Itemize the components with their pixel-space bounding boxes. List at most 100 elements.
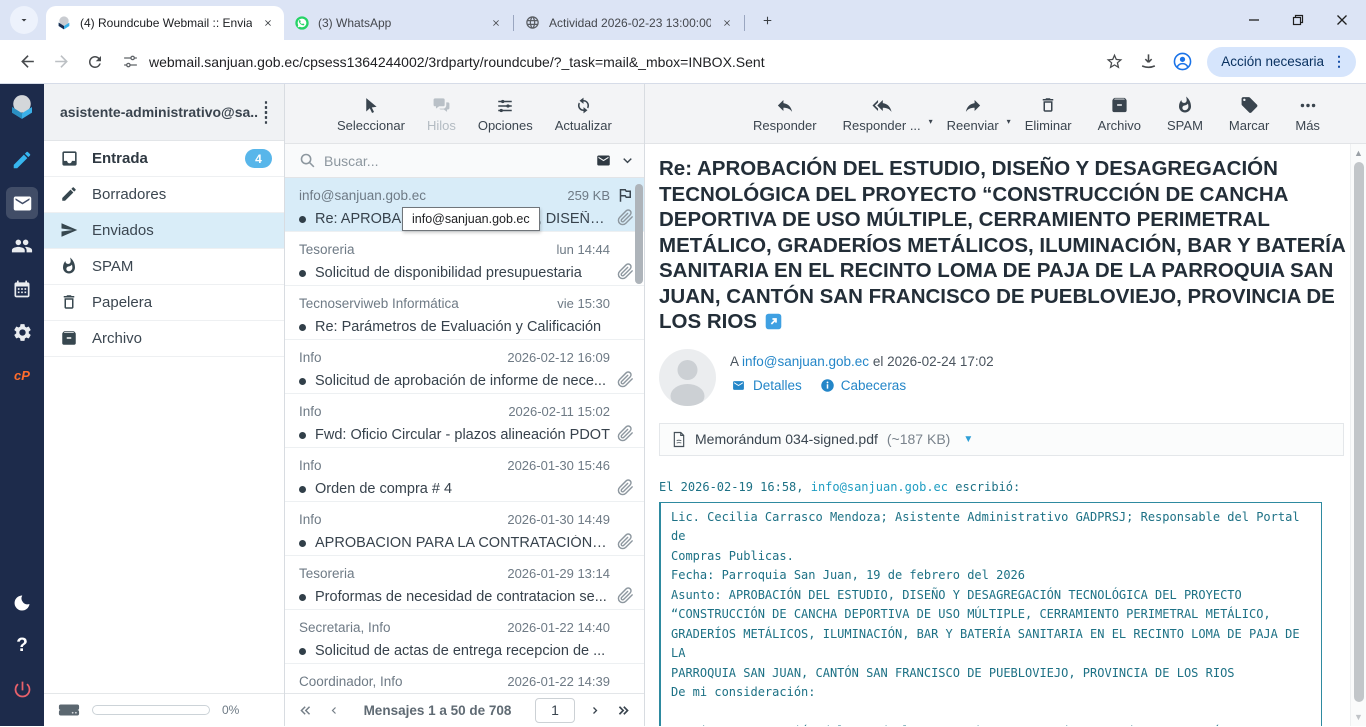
message-list-item[interactable]: Info 2026-01-30 14:49 APROBACION PARA LA… — [285, 502, 644, 556]
refresh-button[interactable]: Actualizar — [547, 95, 620, 133]
message-list-item[interactable]: Coordinador, Info 2026-01-22 14:39 — [285, 664, 644, 693]
profile-icon[interactable] — [1165, 45, 1199, 79]
reply-all-dropdown-icon[interactable]: ▾ — [929, 117, 933, 126]
close-tab-icon[interactable] — [719, 15, 735, 31]
close-tab-icon[interactable] — [488, 15, 504, 31]
forward-button[interactable]: Reenviar ▾ — [939, 95, 1007, 133]
calendar-icon[interactable] — [6, 273, 38, 305]
message-status-dot[interactable] — [299, 540, 306, 547]
quoted-sender-link[interactable]: info@sanjuan.gob.ec — [811, 480, 948, 494]
attachment-row[interactable]: Memorándum 034-signed.pdf (~187 KB) ▼ — [659, 423, 1344, 456]
cpanel-icon[interactable]: cP — [6, 359, 38, 391]
tab-search-button[interactable] — [10, 6, 38, 34]
search-options-chevron-icon[interactable] — [621, 154, 634, 167]
browser-menu-icon[interactable]: ⋮ — [1332, 53, 1346, 70]
folder-papelera[interactable]: Papelera — [44, 285, 284, 321]
refresh-icon — [574, 95, 593, 115]
new-tab-button[interactable] — [754, 7, 780, 33]
folder-entrada[interactable]: Entrada 4 — [44, 141, 284, 177]
settings-gear-icon[interactable] — [6, 316, 38, 348]
headers-link[interactable]: Cabeceras — [820, 378, 906, 393]
message-status-dot[interactable] — [299, 648, 306, 655]
dark-mode-moon-icon[interactable] — [6, 587, 38, 619]
archive-button[interactable]: Archivo — [1090, 95, 1149, 133]
message-list-item[interactable]: Tecnoserviweb Informática vie 15:30 Re: … — [285, 286, 644, 340]
window-minimize-button[interactable] — [1246, 12, 1262, 28]
message-from: Tesoreria — [299, 566, 499, 581]
delete-button[interactable]: Eliminar — [1017, 95, 1080, 133]
window-restore-button[interactable] — [1290, 12, 1306, 28]
mark-button[interactable]: Marcar — [1221, 95, 1277, 133]
select-button[interactable]: Seleccionar — [329, 95, 413, 133]
mail-scrollbar[interactable]: ▲ ▼ — [1350, 144, 1366, 726]
help-icon[interactable]: ? — [6, 630, 38, 662]
recipient-line: A info@sanjuan.gob.ec el 2026-02-24 17:0… — [730, 354, 994, 369]
mail-nav-icon[interactable] — [6, 187, 38, 219]
threads-button[interactable]: Hilos — [419, 95, 464, 133]
first-page-icon[interactable] — [297, 703, 314, 718]
details-link[interactable]: Detalles — [730, 378, 802, 393]
forward-icon[interactable] — [44, 45, 78, 79]
search-input[interactable] — [324, 153, 586, 169]
message-list-item[interactable]: Secretaria, Info 2026-01-22 14:40 Solici… — [285, 610, 644, 664]
logout-power-icon[interactable] — [6, 673, 38, 705]
last-page-icon[interactable] — [615, 703, 632, 718]
folder-borradores[interactable]: Borradores — [44, 177, 284, 213]
attachment-dropdown-icon[interactable]: ▼ — [963, 434, 973, 445]
reload-icon[interactable] — [78, 45, 112, 79]
account-header: asistente-administrativo@sa... ⋮⋮⋮ — [44, 84, 284, 141]
window-close-button[interactable] — [1334, 12, 1350, 28]
message-list-item[interactable]: Info 2026-02-11 15:02 Fwd: Oficio Circul… — [285, 394, 644, 448]
list-scrollbar-thumb[interactable] — [635, 184, 643, 284]
message-status-dot[interactable] — [299, 270, 306, 277]
message-list-item[interactable]: Tesoreria lun 14:44 Solicitud de disponi… — [285, 232, 644, 286]
list-toolbar: Seleccionar Hilos Opciones Actualizar — [285, 84, 644, 144]
action-needed-button[interactable]: Acción necesaria ⋮ — [1207, 47, 1356, 77]
message-list-item[interactable]: Info 2026-01-30 15:46 Orden de compra # … — [285, 448, 644, 502]
message-status-dot[interactable] — [299, 486, 306, 493]
close-tab-icon[interactable] — [260, 15, 276, 31]
message-status-dot[interactable] — [299, 378, 306, 385]
flag-icon[interactable] — [616, 186, 634, 204]
contacts-icon[interactable] — [6, 230, 38, 262]
site-info-icon[interactable] — [122, 53, 139, 70]
compose-icon[interactable] — [6, 144, 38, 176]
search-scope-mail-icon[interactable] — [594, 153, 613, 168]
previous-page-icon[interactable] — [328, 703, 340, 718]
browser-tab-roundcube[interactable]: (4) Roundcube Webmail :: Envia — [46, 6, 284, 40]
folder-archivo[interactable]: Archivo — [44, 321, 284, 357]
message-status-dot[interactable] — [299, 216, 306, 223]
forward-dropdown-icon[interactable]: ▾ — [1007, 117, 1011, 126]
message-attachment-slot — [610, 641, 634, 661]
page-number-input[interactable]: 1 — [535, 698, 575, 723]
mail-scrollbar-thumb[interactable] — [1354, 162, 1364, 702]
message-status-dot[interactable] — [299, 594, 306, 601]
message-status-dot[interactable] — [299, 432, 306, 439]
reply-button[interactable]: Responder — [745, 95, 825, 133]
downloads-icon[interactable] — [1131, 45, 1165, 79]
browser-tab-strip: (4) Roundcube Webmail :: Envia (3) Whats… — [0, 0, 1366, 40]
message-list-item[interactable]: Info 2026-02-12 16:09 Solicitud de aprob… — [285, 340, 644, 394]
scroll-up-icon[interactable]: ▲ — [1354, 148, 1363, 158]
scroll-down-icon[interactable]: ▼ — [1354, 712, 1363, 722]
folder-enviados[interactable]: Enviados — [44, 213, 284, 249]
next-page-icon[interactable] — [589, 703, 601, 718]
more-button[interactable]: Más — [1287, 95, 1328, 133]
browser-tab-whatsapp[interactable]: (3) WhatsApp — [284, 6, 512, 40]
recipient-address-link[interactable]: info@sanjuan.gob.ec — [742, 354, 869, 369]
external-link-icon[interactable] — [765, 313, 782, 330]
message-list-item[interactable]: Tesoreria 2026-01-29 13:14 Proformas de … — [285, 556, 644, 610]
options-button[interactable]: Opciones — [470, 95, 541, 133]
back-icon[interactable] — [10, 45, 44, 79]
account-menu-icon[interactable]: ⋮⋮⋮ — [258, 105, 274, 120]
url-field[interactable]: webmail.sanjuan.gob.ec/cpsess1364244002/… — [112, 45, 1097, 79]
attachment-size: (~187 KB) — [887, 431, 950, 447]
folder-spam[interactable]: SPAM — [44, 249, 284, 285]
browser-tab-actividad[interactable]: Actividad 2026-02-23 13:00:00 — [515, 6, 743, 40]
message-status-dot[interactable] — [299, 324, 306, 331]
message-from: Info — [299, 458, 499, 473]
reply-all-button[interactable]: Responder ... ▾ — [835, 95, 929, 133]
bookmark-star-icon[interactable] — [1097, 45, 1131, 79]
spam-button[interactable]: SPAM — [1159, 95, 1211, 133]
message-attachment-slot — [610, 479, 634, 499]
